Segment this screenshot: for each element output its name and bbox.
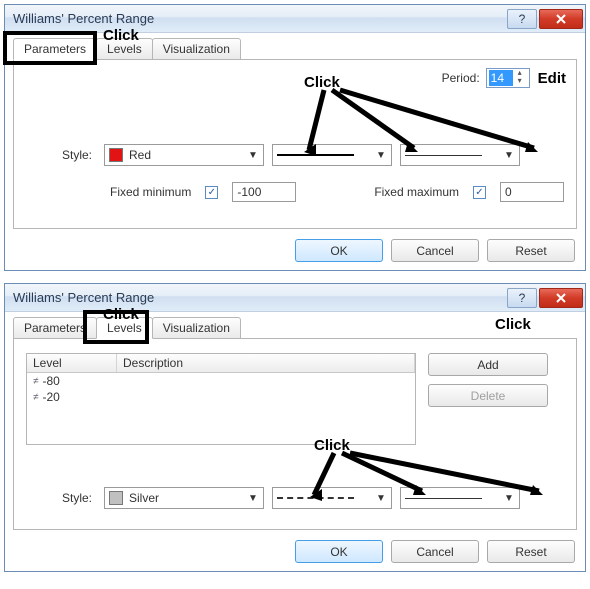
style-color-name: Silver	[129, 491, 159, 505]
tab-parameters[interactable]: Parameters	[13, 317, 97, 339]
style-color-dropdown[interactable]: Silver ▼	[104, 487, 264, 509]
period-input[interactable]: 14 ▴ ▾	[486, 68, 530, 88]
close-icon	[555, 13, 567, 25]
chevron-down-icon: ▼	[501, 150, 517, 161]
dialog-levels: Williams' Percent Range ? Click Click Pa…	[4, 283, 586, 572]
chevron-down-icon: ▼	[245, 150, 261, 161]
style-color-dropdown[interactable]: Red ▼	[104, 144, 264, 166]
style-label: Style:	[26, 491, 96, 505]
close-icon	[555, 292, 567, 304]
window-title: Williams' Percent Range	[13, 11, 507, 26]
reset-button[interactable]: Reset	[487, 540, 575, 563]
level-line-icon: ≠	[33, 392, 39, 403]
dialog-actions: OK Cancel Reset	[13, 239, 577, 262]
col-header-level[interactable]: Level	[27, 354, 117, 372]
fixed-max-label: Fixed maximum	[374, 185, 459, 199]
line-width-icon	[405, 155, 482, 156]
titlebar[interactable]: Williams' Percent Range ?	[5, 5, 585, 33]
titlebar[interactable]: Williams' Percent Range ?	[5, 284, 585, 312]
line-width-icon	[405, 498, 482, 499]
dialog-actions: OK Cancel Reset	[13, 540, 577, 563]
line-width-dropdown[interactable]: ▼	[400, 144, 520, 166]
ok-button[interactable]: OK	[295, 239, 383, 262]
chevron-down-icon: ▼	[373, 150, 389, 161]
table-row[interactable]: ≠-20	[27, 389, 415, 405]
tab-levels[interactable]: Levels	[96, 38, 153, 60]
delete-button[interactable]: Delete	[428, 384, 548, 407]
close-button[interactable]	[539, 288, 583, 308]
tab-strip: Parameters Levels Visualization	[13, 38, 577, 60]
tab-visualization[interactable]: Visualization	[152, 317, 241, 339]
fixed-max-checkbox[interactable]: ✓	[473, 186, 486, 199]
dialog-parameters: Williams' Percent Range ? Click Paramete…	[4, 4, 586, 271]
fixed-min-input[interactable]: -100	[232, 182, 296, 202]
chevron-down-icon: ▼	[245, 493, 261, 504]
close-button[interactable]	[539, 9, 583, 29]
tab-parameters[interactable]: Parameters	[13, 38, 97, 60]
line-width-dropdown[interactable]: ▼	[400, 487, 520, 509]
help-button[interactable]: ?	[507, 288, 537, 308]
period-value: 14	[489, 70, 513, 86]
fixed-min-label: Fixed minimum	[110, 185, 191, 199]
line-style-dropdown[interactable]: ▼	[272, 487, 392, 509]
style-color-name: Red	[129, 148, 151, 162]
line-style-icon	[277, 497, 354, 499]
table-row[interactable]: ≠-80	[27, 373, 415, 389]
chevron-down-icon: ▼	[501, 493, 517, 504]
tab-panel-parameters: Period: 14 ▴ ▾ Edit Click	[13, 59, 577, 229]
levels-table[interactable]: Level Description ≠-80 ≠-20	[26, 353, 416, 445]
ok-button[interactable]: OK	[295, 540, 383, 563]
line-style-icon	[277, 154, 354, 156]
fixed-min-checkbox[interactable]: ✓	[205, 186, 218, 199]
fixed-max-input[interactable]: 0	[500, 182, 564, 202]
window-title: Williams' Percent Range	[13, 290, 507, 305]
color-swatch-icon	[109, 491, 123, 505]
reset-button[interactable]: Reset	[487, 239, 575, 262]
annotation-click-style: Click	[304, 74, 340, 91]
tab-levels[interactable]: Levels	[96, 317, 153, 339]
period-label: Period:	[442, 71, 480, 85]
tab-visualization[interactable]: Visualization	[152, 38, 241, 60]
add-button[interactable]: Add	[428, 353, 548, 376]
spin-down-icon[interactable]: ▾	[513, 78, 527, 86]
line-style-dropdown[interactable]: ▼	[272, 144, 392, 166]
cancel-button[interactable]: Cancel	[391, 239, 479, 262]
style-label: Style:	[26, 148, 96, 162]
cancel-button[interactable]: Cancel	[391, 540, 479, 563]
color-swatch-icon	[109, 148, 123, 162]
tab-panel-levels: Level Description ≠-80 ≠-20	[13, 338, 577, 530]
level-line-icon: ≠	[33, 376, 39, 387]
annotation-edit-period: Edit	[538, 70, 566, 87]
col-header-description[interactable]: Description	[117, 354, 415, 372]
tab-strip: Parameters Levels Visualization	[13, 317, 577, 339]
chevron-down-icon: ▼	[373, 493, 389, 504]
help-button[interactable]: ?	[507, 9, 537, 29]
